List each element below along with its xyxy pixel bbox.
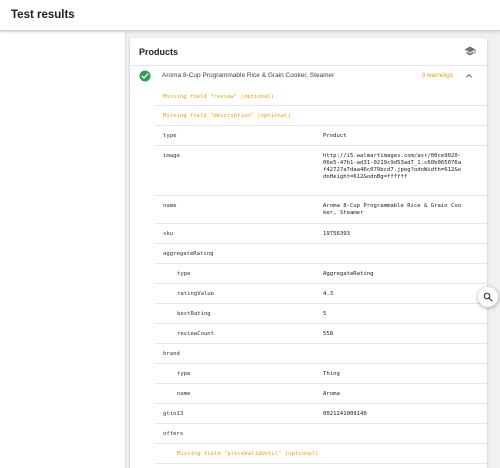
property-value: 4.3 bbox=[323, 291, 334, 297]
chevron-up-icon[interactable] bbox=[465, 72, 473, 80]
property-row: name Aroma 8-Cup Programmable Rice & Grai… bbox=[155, 196, 487, 224]
property-row: offers bbox=[155, 424, 487, 444]
graduation-cap-icon[interactable] bbox=[464, 45, 476, 57]
property-value: 19756393 bbox=[323, 231, 350, 237]
warning-message: Missing field "priceValidUntil" (optiona… bbox=[177, 451, 319, 457]
code-pane[interactable] bbox=[0, 32, 126, 468]
properties-table: Missing field "review" (optional) Missing… bbox=[155, 87, 487, 464]
property-key: image bbox=[163, 153, 180, 159]
results-card: Products Aroma 8-Cup Programmable Rice &… bbox=[130, 38, 487, 468]
property-key: brand bbox=[163, 351, 180, 357]
property-value: http://i5.walmartimages.com/asr/00ce9020… bbox=[323, 153, 462, 180]
property-value: Product bbox=[323, 133, 347, 139]
card-header: Products bbox=[130, 38, 487, 66]
property-value: 558 bbox=[323, 331, 334, 337]
property-value: AggregateRating bbox=[323, 271, 374, 277]
warning-row: Missing field "description" (optional) bbox=[155, 106, 487, 126]
top-bar: Test results bbox=[0, 0, 500, 31]
property-row: type Product bbox=[155, 126, 487, 146]
property-key: type bbox=[177, 371, 191, 377]
property-value: 5 bbox=[323, 311, 327, 317]
property-key: type bbox=[163, 133, 177, 139]
property-key: sku bbox=[163, 231, 174, 237]
property-key: name bbox=[163, 203, 177, 209]
property-row: aggregateRating bbox=[155, 244, 487, 264]
search-icon bbox=[483, 292, 493, 302]
property-value: 0021241009140 bbox=[323, 411, 367, 417]
property-row: image http://i5.walmartimages.com/asr/00c… bbox=[155, 146, 487, 196]
property-row: gtin13 0021241009140 bbox=[155, 404, 487, 424]
property-key: bestRating bbox=[177, 311, 211, 317]
warnings-count: 3 warnings bbox=[421, 72, 453, 79]
warning-message: Missing field "description" (optional) bbox=[163, 113, 291, 119]
property-key: offers bbox=[163, 431, 184, 437]
property-key: name bbox=[177, 391, 191, 397]
warning-row: Missing field "priceValidUntil" (optiona… bbox=[155, 444, 487, 464]
property-key: reviewCount bbox=[177, 331, 215, 337]
check-circle-icon bbox=[139, 70, 151, 82]
property-value: Aroma bbox=[323, 391, 340, 397]
warning-message: Missing field "review" (optional) bbox=[163, 94, 275, 100]
property-value: Aroma 8-Cup Programmable Rice & Grain Co… bbox=[323, 203, 462, 216]
property-key: gtin13 bbox=[163, 411, 184, 417]
property-key: type bbox=[177, 271, 191, 277]
page-title: Test results bbox=[11, 9, 75, 21]
property-row: type Thing bbox=[155, 364, 487, 384]
property-key: aggregateRating bbox=[163, 251, 214, 257]
item-title: Aroma 8-Cup Programmable Rice & Grain Co… bbox=[162, 72, 335, 79]
property-row: type AggregateRating bbox=[155, 264, 487, 284]
property-value: Thing bbox=[323, 371, 340, 377]
property-row: bestRating 5 bbox=[155, 304, 487, 324]
result-item-row[interactable]: Aroma 8-Cup Programmable Rice & Grain Co… bbox=[130, 67, 487, 86]
property-row: name Aroma bbox=[155, 384, 487, 404]
search-button[interactable] bbox=[478, 287, 498, 307]
warning-row: Missing field "review" (optional) bbox=[155, 87, 487, 106]
property-row: brand bbox=[155, 344, 487, 364]
card-title: Products bbox=[139, 47, 179, 57]
property-row: ratingValue 4.3 bbox=[155, 284, 487, 304]
property-row: reviewCount 558 bbox=[155, 324, 487, 344]
property-key: ratingValue bbox=[177, 291, 215, 297]
property-row: sku 19756393 bbox=[155, 224, 487, 244]
